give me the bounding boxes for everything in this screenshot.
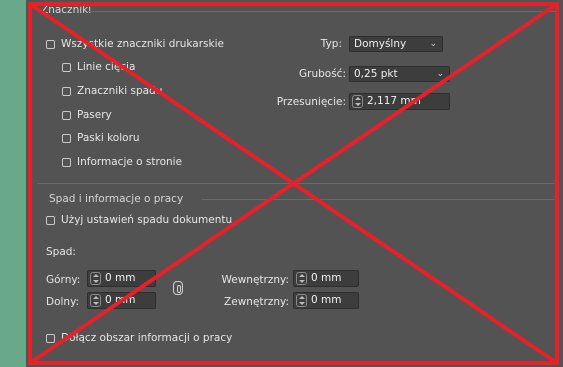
cross-out-overlay bbox=[28, 2, 559, 365]
print-marks-and-bleed-dialog: Znaczniki Wszystkie znaczniki drukarskie… bbox=[0, 0, 563, 367]
